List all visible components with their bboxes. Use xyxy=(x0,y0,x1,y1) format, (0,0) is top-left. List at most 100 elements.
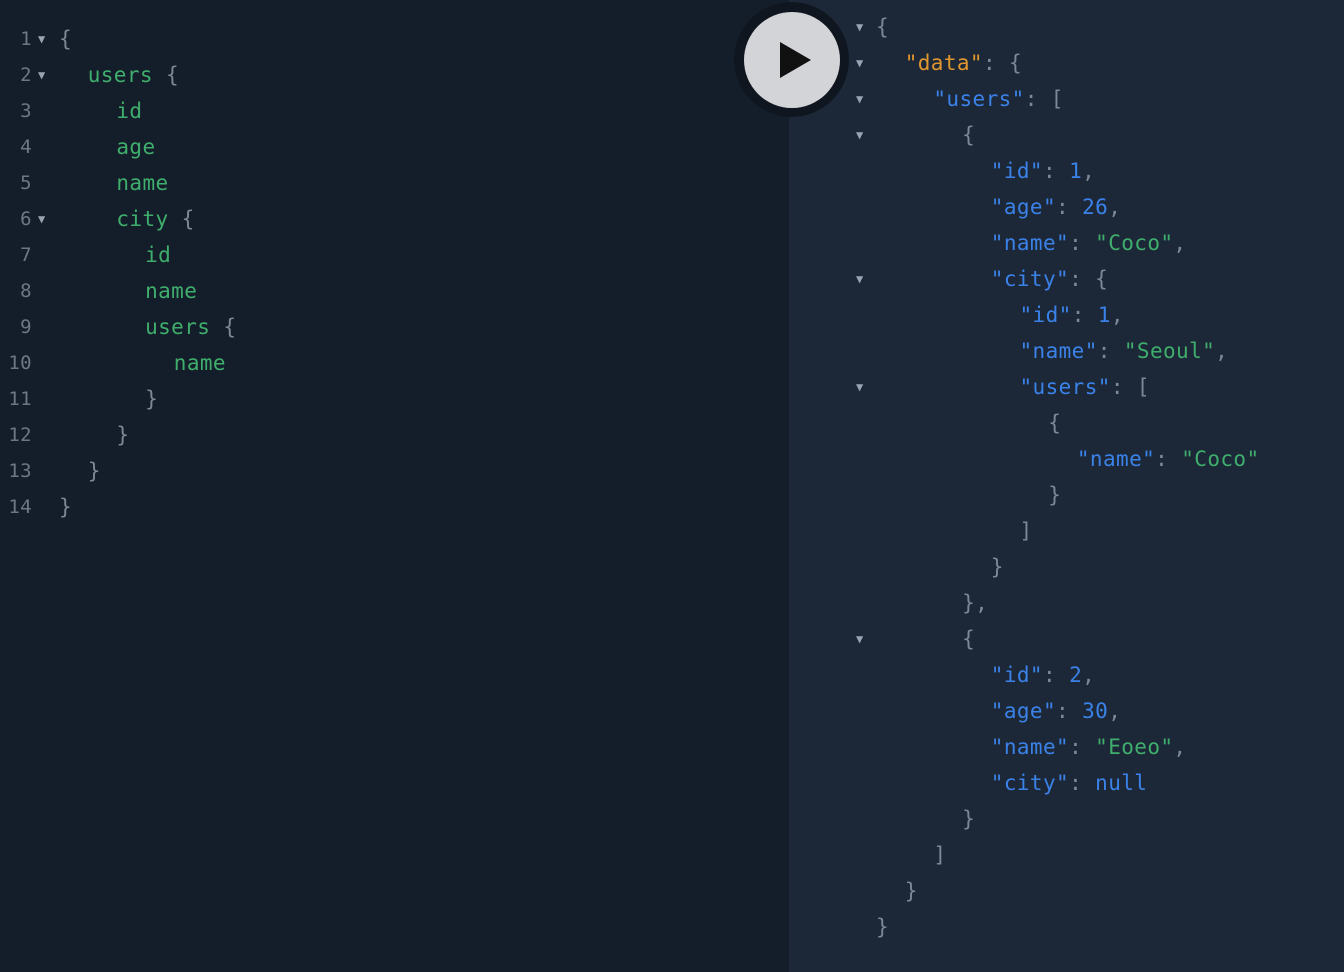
result-line: "users": [ xyxy=(933,81,1063,117)
punctuation: { xyxy=(210,315,237,339)
punctuation: : xyxy=(1155,447,1182,471)
json-key: "name" xyxy=(990,231,1070,255)
punctuation: } xyxy=(962,807,976,831)
result-line: "name": "Seoul", xyxy=(1020,333,1229,369)
punctuation: { xyxy=(152,63,179,87)
code-line: id xyxy=(145,237,171,273)
punctuation: , xyxy=(1108,195,1122,219)
result-line: { xyxy=(962,621,975,657)
line-number: 2 xyxy=(20,64,32,86)
line-number: 10 xyxy=(8,352,32,374)
code-line: age xyxy=(116,129,155,165)
punctuation: , xyxy=(1215,339,1229,363)
result-line: } xyxy=(962,801,975,837)
punctuation: : [ xyxy=(1024,87,1064,111)
punctuation: : xyxy=(1071,303,1098,327)
code-line: } xyxy=(145,381,158,417)
result-line: "id": 2, xyxy=(991,657,1095,693)
punctuation: : xyxy=(1069,771,1096,795)
result-line: ] xyxy=(1020,513,1033,549)
punctuation: { xyxy=(962,627,976,651)
line-number: 1 xyxy=(20,28,32,50)
punctuation: { xyxy=(168,207,195,231)
punctuation: , xyxy=(1173,231,1187,255)
result-line: "name": "Coco", xyxy=(991,225,1187,261)
query-editor[interactable]: 1 ▼{2 ▼ users {3 id 4 age 5 name 6 ▼ city {7 id 8 name… xyxy=(0,0,789,972)
punctuation: , xyxy=(1173,735,1187,759)
null-value: null xyxy=(1095,771,1148,795)
field-name: name xyxy=(116,171,169,195)
line-number: 4 xyxy=(20,136,32,158)
fold-toggle-icon[interactable]: ▼ xyxy=(38,201,46,237)
code-line: name xyxy=(174,345,226,381)
line-number: 11 xyxy=(8,388,32,410)
result-line: } xyxy=(876,909,889,945)
line-number: 8 xyxy=(20,280,32,302)
result-line: { xyxy=(876,9,889,45)
punctuation: : xyxy=(1097,339,1124,363)
fold-toggle-icon[interactable]: ▼ xyxy=(856,81,864,117)
json-key: "city" xyxy=(990,267,1070,291)
result-line: "name": "Coco" xyxy=(1077,441,1260,477)
execute-query-button[interactable] xyxy=(734,2,849,117)
result-line: "id": 1, xyxy=(1020,297,1124,333)
json-key: "data" xyxy=(904,51,983,75)
fold-toggle-icon[interactable]: ▼ xyxy=(856,261,864,297)
json-key: "id" xyxy=(1019,303,1072,327)
code-line: id xyxy=(116,93,142,129)
punctuation: } xyxy=(145,387,159,411)
fold-toggle-icon[interactable]: ▼ xyxy=(856,9,864,45)
fold-toggle-icon[interactable]: ▼ xyxy=(856,369,864,405)
field-name: name xyxy=(145,279,198,303)
line-number: 13 xyxy=(8,460,32,482)
json-key: "id" xyxy=(990,159,1043,183)
result-line: "id": 1, xyxy=(991,153,1095,189)
punctuation: , xyxy=(1082,663,1096,687)
code-line: } xyxy=(116,417,129,453)
code-line: users { xyxy=(88,57,179,93)
result-line: "age": 26, xyxy=(991,189,1121,225)
fold-toggle-icon[interactable]: ▼ xyxy=(856,117,864,153)
result-viewer[interactable]: ▼{▼ "data": {▼ "users": [▼{"id": 1, "age": … xyxy=(789,0,1344,972)
fold-toggle-icon[interactable]: ▼ xyxy=(38,57,46,93)
punctuation: : xyxy=(1042,663,1070,687)
field-name: id xyxy=(145,243,172,267)
field-name: users xyxy=(87,63,153,87)
punctuation: : xyxy=(1056,699,1083,723)
punctuation: { xyxy=(59,27,73,51)
result-line: "city": null xyxy=(991,765,1148,801)
result-line: { xyxy=(962,117,975,153)
punctuation: : xyxy=(1069,735,1096,759)
punctuation: : { xyxy=(1069,267,1109,291)
line-number: 12 xyxy=(8,424,32,446)
string-value: "Coco" xyxy=(1095,231,1174,255)
line-number: 9 xyxy=(20,316,32,338)
result-line: { xyxy=(1048,405,1061,441)
field-name: users xyxy=(145,315,211,339)
result-line: } xyxy=(905,873,918,909)
punctuation: : xyxy=(1042,159,1070,183)
field-name: city xyxy=(116,207,169,231)
number-value: 1 xyxy=(1069,159,1083,183)
punctuation: : { xyxy=(982,51,1023,75)
string-value: "Seoul" xyxy=(1123,339,1216,363)
punctuation: , xyxy=(1108,699,1122,723)
fold-toggle-icon[interactable]: ▼ xyxy=(856,621,864,657)
punctuation: } xyxy=(990,555,1004,579)
line-number: 7 xyxy=(20,244,32,266)
code-line: users { xyxy=(145,309,236,345)
string-value: "Coco" xyxy=(1181,447,1260,471)
punctuation: ] xyxy=(933,843,947,867)
fold-toggle-icon[interactable]: ▼ xyxy=(856,45,864,81)
json-key: "users" xyxy=(933,87,1025,111)
field-name: age xyxy=(116,135,156,159)
code-line: { xyxy=(59,21,72,57)
execute-query-button-face[interactable] xyxy=(743,11,840,108)
fold-toggle-icon[interactable]: ▼ xyxy=(38,21,46,57)
json-key: "city" xyxy=(990,771,1070,795)
punctuation: { xyxy=(1048,411,1062,435)
punctuation: } xyxy=(1048,483,1062,507)
json-key: "id" xyxy=(990,663,1043,687)
result-line: "name": "Eoeo", xyxy=(991,729,1187,765)
line-number: 3 xyxy=(20,100,32,122)
